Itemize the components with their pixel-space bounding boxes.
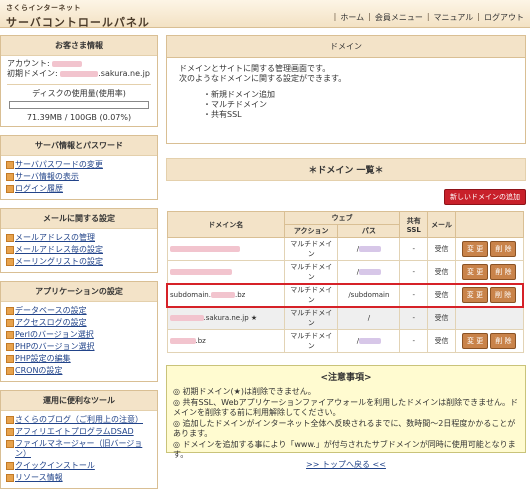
sidebar-item-cron[interactable]: CRONの設定 [5, 365, 153, 377]
top-nav: | ホーム | 会員メニュー | マニュアル | ログアウト [333, 12, 524, 23]
sidebar-item-php-version[interactable]: PHPのバージョン選択 [5, 341, 153, 353]
sidebar-item-php-config[interactable]: PHP設定の編集 [5, 353, 153, 365]
col-buttons [454, 211, 524, 238]
sidebar-item-access-log[interactable]: アクセスログの設定 [5, 317, 153, 329]
sidebar-item-file-manager[interactable]: ファイルマネージャー（旧バージョン） [5, 438, 153, 460]
sidebar: お客さま情報 アカウント: 初期ドメイン: .sakura.ne.jp ディスク… [0, 35, 158, 497]
notes-panel: <注意事項> ◎ 初期ドメイン(★)は削除できません。 ◎ 共有SSL、Webア… [166, 365, 526, 459]
col-shared-ssl: 共有SSL [399, 211, 429, 238]
domain-list-title: ＊ドメイン 一覧＊ [166, 158, 526, 181]
delete-button[interactable]: 削 除 [490, 333, 517, 349]
nav-home-link[interactable]: ホーム [340, 12, 364, 23]
col-domain-name: ドメイン名 [166, 211, 285, 238]
logo-small-text: さくらインターネット [6, 4, 81, 12]
disk-usage-bar [9, 101, 149, 109]
note-item: ◎ 初期ドメイン(★)は削除できません。 [173, 387, 316, 396]
mail-settings-box: メールに関する設定 メールアドレスの管理 メールアドレス毎の設定 メーリングリス… [0, 208, 158, 273]
sidebar-item-change-password[interactable]: サーバパスワードの変更 [5, 159, 153, 171]
sidebar-item-perl-version[interactable]: Perlのバージョン選択 [5, 329, 153, 341]
table-row: マルチドメイン / - 受信 変 更削 除 [166, 260, 524, 284]
sidebar-item-resource-info[interactable]: リソース情報 [5, 472, 153, 484]
sidebar-item-quick-install[interactable]: クイックインストール [5, 460, 153, 472]
header-bar: さくらインターネット サーバコントロールパネル | ホーム | 会員メニュー |… [0, 0, 530, 30]
disk-usage-label: ディスクの使用量(使用率) [7, 84, 151, 99]
sidebar-item-affiliate[interactable]: アフィリエイトプログラムDSAD [5, 426, 153, 438]
back-to-top-link[interactable]: >> トップへ戻る << [166, 459, 526, 470]
page-title: ドメイン [166, 35, 526, 58]
server-info-title: サーバ情報とパスワード [1, 136, 157, 156]
note-item: ◎ ドメインを追加する事により「www.」が付与されたサブドメインが同時に使用可… [173, 440, 516, 459]
intro-item: ・新規ドメイン追加 [203, 90, 275, 99]
nav-member-menu-link[interactable]: 会員メニュー [375, 12, 423, 23]
tools-title: 運用に便利なツール [1, 391, 157, 411]
mail-settings-title: メールに関する設定 [1, 209, 157, 229]
sidebar-item-blog[interactable]: さくらのブログ（ご利用上の注意） [5, 414, 153, 426]
sidebar-item-mailing-list[interactable]: メーリングリストの設定 [5, 256, 153, 268]
table-row: マルチドメイン / - 受信 変 更削 除 [166, 237, 524, 261]
domain-redacted [169, 268, 232, 275]
sidebar-item-database[interactable]: データベースの設定 [5, 305, 153, 317]
disk-usage-value: 71.39MB / 100GB (0.07%) [26, 113, 132, 122]
delete-button[interactable]: 削 除 [490, 241, 517, 257]
domain-table: ドメイン名 ウェブ 共有SSL メール アクション パス マルチドメイン / -… [165, 211, 524, 353]
add-domain-button[interactable]: 新しいドメインの追加 [444, 189, 526, 205]
col-mail: メール [427, 211, 456, 238]
domain-redacted [169, 246, 240, 252]
brand-logo: さくらインターネット サーバコントロールパネル [6, 3, 150, 30]
edit-button[interactable]: 変 更 [462, 333, 489, 349]
main-content: ドメイン ドメインとサイトに関する管理画面です。 次のようなドメインに関する設定… [165, 35, 526, 470]
initial-domain-row: 初期ドメイン: .sakura.ne.jp [7, 69, 150, 78]
sidebar-item-mail-per-address[interactable]: メールアドレス毎の設定 [5, 244, 153, 256]
table-row-initial-domain: .sakura.ne.jp ★ マルチドメイン / - 受信 [166, 306, 524, 330]
nav-manual-link[interactable]: マニュアル [434, 12, 474, 23]
domain-redacted [60, 70, 99, 77]
logo-big-text: サーバコントロールパネル [6, 16, 150, 29]
sidebar-item-mail-management[interactable]: メールアドレスの管理 [5, 232, 153, 244]
account-row: アカウント: [7, 59, 151, 69]
intro-item: ・共有SSL [203, 110, 242, 119]
app-settings-title: アプリケーションの設定 [1, 282, 157, 302]
customer-info-title: お客さま情報 [1, 36, 157, 56]
edit-button[interactable]: 変 更 [461, 287, 488, 303]
col-web: ウェブ [283, 211, 401, 225]
app-settings-box: アプリケーションの設定 データベースの設定 アクセスログの設定 Perlのバージ… [0, 281, 158, 382]
nav-logout-link[interactable]: ログアウト [484, 12, 524, 23]
notes-title: <注意事項> [320, 373, 372, 383]
intro-item: ・マルチドメイン [203, 100, 267, 109]
intro-panel: ドメインとサイトに関する管理画面です。 次のようなドメインに関する設定ができます… [166, 58, 526, 144]
table-row-highlighted: subdomain. .bz マルチドメイン /subdomain - 受信 変 … [165, 282, 524, 308]
delete-button[interactable]: 削 除 [489, 287, 517, 303]
account-redacted [52, 60, 83, 67]
server-info-box: サーバ情報とパスワード サーバパスワードの変更 サーバ情報の表示 ログイン履歴 [0, 135, 158, 200]
edit-button[interactable]: 変 更 [462, 263, 489, 280]
note-item: ◎ 追加したドメインがインターネット全体へ反映されるまでに、数時間〜2日程度かか… [173, 419, 516, 438]
table-row: .bz マルチドメイン / - 受信 変 更削 除 [166, 329, 524, 353]
sidebar-item-login-history[interactable]: ログイン履歴 [5, 183, 153, 195]
edit-button[interactable]: 変 更 [462, 241, 489, 257]
note-item: ◎ 共有SSL、Webアプリケーションファイアウォールを利用したドメインは削除で… [173, 398, 518, 417]
col-action: アクション [283, 224, 339, 238]
customer-info-box: お客さま情報 アカウント: 初期ドメイン: .sakura.ne.jp ディスク… [0, 35, 158, 127]
tools-box: 運用に便利なツール さくらのブログ（ご利用上の注意） アフィリエイトプログラムD… [0, 390, 158, 489]
sidebar-item-server-info[interactable]: サーバ情報の表示 [5, 171, 153, 183]
delete-button[interactable]: 削 除 [490, 263, 517, 280]
col-path: パス [337, 224, 401, 238]
